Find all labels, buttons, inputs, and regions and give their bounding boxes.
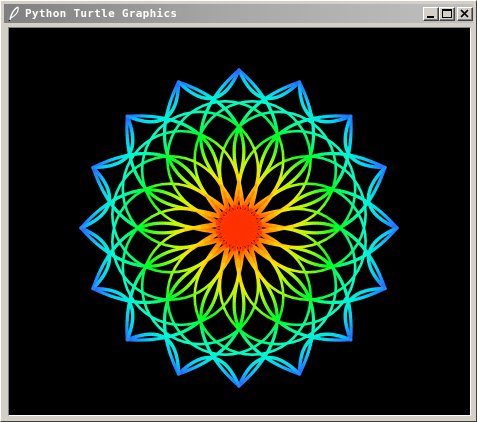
turtle-graphics-window: Python Turtle Graphics bbox=[0, 0, 477, 422]
rosette-ring-loop bbox=[237, 258, 241, 269]
close-button[interactable] bbox=[457, 7, 473, 21]
minimize-button[interactable] bbox=[423, 7, 439, 21]
close-icon bbox=[460, 9, 469, 18]
rosette-ring-loop bbox=[256, 277, 260, 288]
rosette-drawing bbox=[79, 68, 399, 388]
minimize-icon bbox=[427, 16, 434, 18]
rosette-ring-loop bbox=[308, 287, 312, 298]
title-bar[interactable]: Python Turtle Graphics bbox=[4, 4, 473, 23]
rosette-scallop bbox=[235, 68, 241, 75]
rosette-ring-loop bbox=[237, 180, 241, 191]
maximize-icon bbox=[442, 9, 452, 18]
window-title: Python Turtle Graphics bbox=[25, 7, 178, 20]
maximize-button[interactable] bbox=[439, 7, 455, 21]
turtle-canvas[interactable] bbox=[8, 27, 471, 416]
rosette-ring-loop bbox=[334, 277, 338, 288]
feather-pen-icon[interactable] bbox=[8, 6, 20, 22]
rosette-ring-loop bbox=[256, 160, 260, 172]
